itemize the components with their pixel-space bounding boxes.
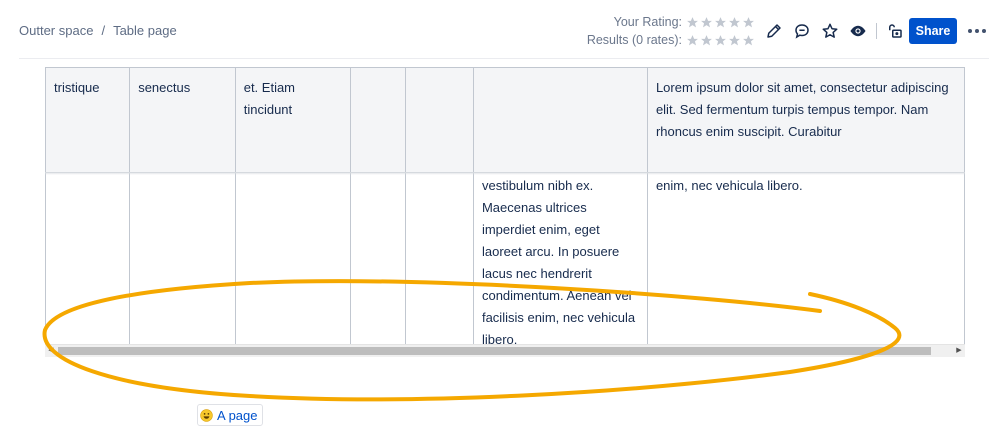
table-cell[interactable]: vestibulum nibh ex. Maecenas ultrices im…: [472, 172, 648, 352]
star-icon[interactable]: [700, 16, 713, 29]
share-button[interactable]: Share: [909, 18, 957, 44]
content-table: tristique senectus et. Etiam tincidunt L…: [45, 67, 965, 357]
smiley-emoji-icon: [200, 408, 213, 422]
breadcrumb-page-link[interactable]: Table page: [113, 23, 177, 38]
table-cell-text: vestibulum nibh ex. Maecenas ultrices im…: [481, 178, 636, 347]
table-row: vestibulum nibh ex. Maecenas ultrices im…: [45, 172, 965, 352]
star-icon[interactable]: [742, 16, 755, 29]
more-dot-icon: [968, 29, 972, 33]
page-toolbar: [762, 19, 911, 43]
table-cell[interactable]: [234, 172, 352, 352]
table-header-cell[interactable]: senectus: [129, 67, 236, 173]
table-cell[interactable]: [45, 172, 131, 352]
results-rating-row: Results (0 rates):: [585, 31, 755, 49]
table-header-cell[interactable]: [405, 67, 474, 173]
edit-icon: [767, 24, 781, 38]
star-icon: [743, 34, 754, 45]
page-link[interactable]: A page: [197, 404, 263, 426]
table-cell-text: enim, nec vehicula libero.: [655, 178, 803, 193]
comment-button[interactable]: [790, 19, 814, 43]
unlock-icon: [889, 24, 902, 38]
table-header-text: Lorem ipsum dolor sit amet, consectetur …: [655, 80, 949, 139]
scroll-right-arrow-icon[interactable]: ▶: [953, 345, 965, 357]
results-rating-label: Results (0 rates):: [586, 33, 682, 47]
breadcrumb: Outter space / Table page: [19, 23, 177, 38]
table-header-text: [351, 68, 405, 77]
table-header-cell[interactable]: [472, 67, 648, 173]
table-cell[interactable]: [350, 172, 406, 352]
more-actions-button[interactable]: [965, 20, 989, 42]
table-header-cell[interactable]: et. Etiam tincidunt: [234, 67, 352, 173]
table-header-text: [474, 68, 647, 77]
table-header-cell[interactable]: tristique: [45, 67, 131, 173]
more-dot-icon: [975, 29, 979, 33]
table-header-cell[interactable]: Lorem ipsum dolor sit amet, consectetur …: [646, 67, 965, 173]
edit-button[interactable]: [762, 19, 786, 43]
table-header-row: tristique senectus et. Etiam tincidunt L…: [45, 67, 965, 173]
star-icon[interactable]: [728, 16, 741, 29]
comment-icon: [795, 24, 809, 39]
table-header-cell[interactable]: [350, 67, 406, 173]
page-link-label: A page: [217, 407, 258, 423]
table-header-text: [406, 68, 473, 77]
table-header-text: tristique: [54, 80, 100, 95]
watch-eye-icon: [850, 25, 866, 37]
breadcrumb-space-link[interactable]: Outter space: [19, 23, 93, 38]
restrictions-button[interactable]: [883, 19, 907, 43]
table-cell[interactable]: enim, nec vehicula libero.: [646, 172, 965, 352]
star-icon[interactable]: [714, 16, 727, 29]
horizontal-scrollbar[interactable]: ◀ ▶: [45, 344, 965, 357]
table-header-text: senectus: [138, 80, 191, 95]
sticky-header-shadow: [45, 172, 965, 175]
star-icon[interactable]: [686, 16, 699, 29]
watch-button[interactable]: [846, 19, 870, 43]
favourite-button[interactable]: [818, 19, 842, 43]
scroll-left-arrow-icon[interactable]: ◀: [45, 345, 57, 357]
star-icon: [729, 34, 740, 45]
star-icon: [687, 34, 698, 45]
header-divider: [19, 58, 989, 59]
your-rating-stars[interactable]: [686, 16, 755, 29]
results-rating-stars: [686, 34, 755, 47]
star-icon: [701, 34, 712, 45]
toolbar-divider: [876, 23, 877, 39]
your-rating-label: Your Rating:: [613, 15, 682, 29]
scrollbar-thumb[interactable]: [58, 347, 931, 355]
rating-block: Your Rating: Results (0 rates):: [585, 13, 755, 49]
star-icon: [822, 23, 838, 38]
breadcrumb-separator: /: [101, 23, 106, 38]
table-cell[interactable]: [129, 172, 236, 352]
star-icon: [715, 34, 726, 45]
table-container: tristique senectus et. Etiam tincidunt L…: [45, 67, 965, 357]
table-cell[interactable]: [405, 172, 474, 352]
table-header-text: et. Etiam tincidunt: [243, 80, 296, 117]
your-rating-row: Your Rating:: [585, 13, 755, 31]
more-dot-icon: [982, 29, 986, 33]
